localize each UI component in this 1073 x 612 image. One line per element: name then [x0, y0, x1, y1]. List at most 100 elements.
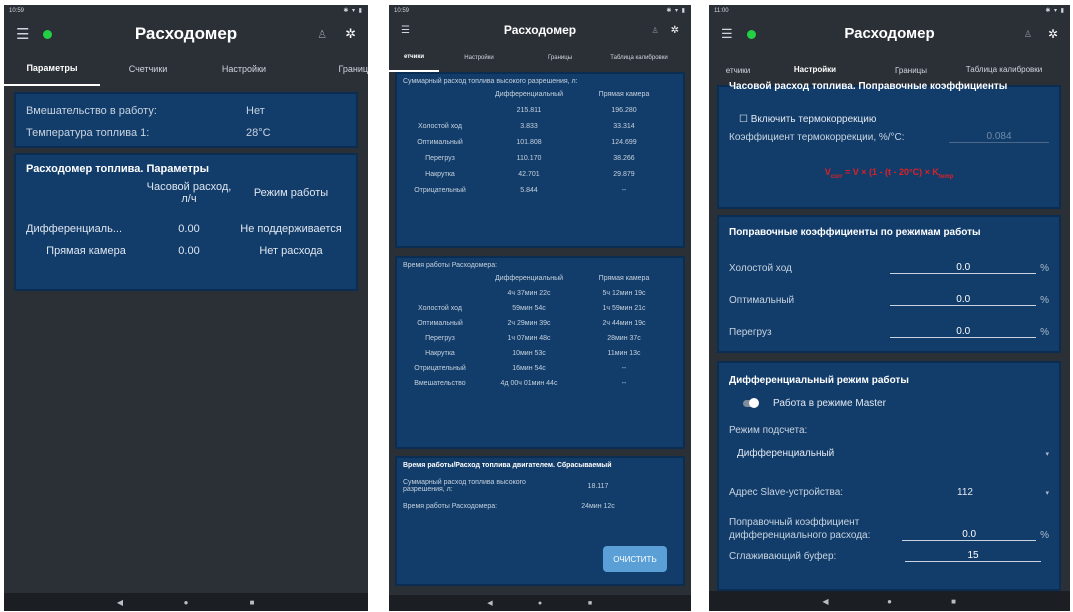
info-panel: Вмешательство в работу: Нет Температура …: [14, 92, 358, 148]
row-name: Перегруз: [425, 155, 455, 162]
tab-limits[interactable]: Границы: [519, 44, 601, 72]
panel-title: Время работы/Расход топлива двигателем. …: [403, 462, 612, 469]
panel-title: Поправочные коэффициенты по режимам рабо…: [729, 227, 981, 238]
screen-settings: 11:00 ✱ ▾ ▮ ☰ Расходомер ♙ ✲ етчики Наст…: [709, 5, 1070, 611]
thermo-correction-panel: Часовой расход топлива. Поправочные коэф…: [717, 81, 1061, 209]
app-title: Расходомер: [503, 23, 577, 37]
connection-status-dot: [746, 29, 756, 39]
row-mode: Нет расхода: [259, 245, 323, 257]
tab-bar: етчики Настройки Границы Таблица калибро…: [389, 44, 691, 72]
person-icon[interactable]: ♙: [651, 26, 658, 35]
screen-counters: 10:59 ✱ ▾ ▮ ☰ Расходомер ♙ ✲ етчики Наст…: [389, 5, 691, 611]
app-bar: ☰ Расходомер ♙ ✲: [709, 16, 1070, 52]
buffer-input[interactable]: 15: [905, 550, 1041, 562]
count-mode-value: Дифференциальный: [737, 448, 835, 459]
gear-icon[interactable]: ✲: [1048, 27, 1058, 41]
row-name: Вмешательство: [414, 380, 466, 387]
home-icon[interactable]: ●: [858, 597, 922, 606]
buffer-label: Сглаживающий буфер:: [729, 550, 837, 562]
mode-coef-input[interactable]: 0.0: [890, 326, 1037, 338]
row-name: Оптимальный: [417, 139, 463, 146]
resettable-panel: Время работы/Расход топлива двигателем. …: [395, 456, 685, 586]
connection-status-dot: [43, 29, 53, 39]
count-mode-label: Режим подсчета:: [729, 425, 808, 436]
dropdown-caret-icon: ▾: [1045, 489, 1049, 497]
row-name: Холостой ход: [417, 123, 462, 130]
formula-temp: temp: [938, 173, 954, 180]
mode-coef-input[interactable]: 0.0: [890, 262, 1037, 274]
back-icon[interactable]: ◀: [87, 598, 153, 607]
tab-settings[interactable]: Настройки: [439, 44, 519, 72]
row-name: Холостой ход: [417, 305, 462, 312]
mode-coef-row: Холостой ход 0.0 %: [729, 252, 1049, 284]
count-mode-select[interactable]: Дифференциальный ▾: [729, 448, 1049, 459]
tab-parameters[interactable]: Параметры: [4, 52, 100, 86]
interference-row: Вмешательство в работу: Нет: [26, 100, 346, 122]
column-header-hourly: Часовой расход, л/ч: [146, 181, 232, 205]
status-time: 10:59: [9, 7, 25, 14]
menu-icon[interactable]: ☰: [16, 25, 29, 43]
row-name: Дифференциаль...: [26, 223, 123, 235]
status-icons: ✱ ▾ ▮: [666, 8, 686, 14]
thermo-checkbox-row[interactable]: ☐ Включить термокоррекцию: [729, 114, 1049, 125]
master-toggle-row[interactable]: Работа в режиме Master: [729, 398, 1049, 409]
gear-icon[interactable]: ✲: [671, 25, 679, 36]
home-icon[interactable]: ●: [515, 600, 565, 607]
tab-limits[interactable]: Границ: [292, 52, 368, 86]
back-icon[interactable]: ◀: [794, 597, 858, 606]
row-direct-value: 1ч 59мин 21с: [602, 305, 646, 312]
master-toggle[interactable]: [743, 398, 759, 408]
clear-button[interactable]: ОЧИСТИТЬ: [603, 546, 667, 572]
panel-title: Время работы Расходомера:: [403, 262, 498, 269]
mode-coef-unit: %: [1040, 326, 1049, 338]
row-diff-value: 215.811: [516, 107, 542, 114]
slave-address-row[interactable]: Адрес Slave-устройства: 112 ▾: [729, 487, 1049, 498]
row-name: Перегруз: [425, 335, 455, 342]
interference-label: Вмешательство в работу:: [26, 105, 157, 117]
recents-icon[interactable]: ■: [922, 597, 986, 606]
mode-coef-input[interactable]: 0.0: [890, 294, 1037, 306]
resettable-fuel-label: Суммарный расход топлива высокого разреш…: [403, 479, 526, 493]
tab-counters[interactable]: Счетчики: [100, 52, 196, 86]
mode-coef-row: Перегруз 0.0 %: [729, 316, 1049, 348]
column-header-direct: Прямая камера: [598, 91, 650, 98]
row-diff-value: 10мин 53с: [512, 350, 546, 357]
recents-icon[interactable]: ■: [219, 598, 285, 607]
status-icons: ✱ ▾ ▮: [1045, 8, 1065, 14]
row-diff-value: 3.833: [520, 123, 538, 130]
home-icon[interactable]: ●: [153, 598, 219, 607]
gear-icon[interactable]: ✲: [345, 26, 356, 42]
screen-parameters: 10:59 ✱ ▾ ▮ ☰ Расходомер ♙ ✲ Параметры С…: [4, 5, 368, 611]
menu-icon[interactable]: ☰: [721, 26, 733, 42]
person-icon[interactable]: ♙: [317, 28, 327, 41]
mode-coef-label: Холостой ход: [729, 262, 792, 274]
row-diff-value: 1ч 07мин 48с: [507, 335, 551, 342]
recents-icon[interactable]: ■: [565, 600, 615, 607]
row-diff-value: 59мин 54с: [512, 305, 546, 312]
row-name: Накрутка: [425, 171, 455, 178]
row-direct-value: 5ч 12мин 19с: [602, 290, 646, 297]
resettable-fuel-row: Суммарный расход топлива высокого разреш…: [403, 479, 677, 493]
thermo-checkbox[interactable]: ☐ Включить термокоррекцию: [739, 114, 876, 125]
nav-bar: ◀ ● ■: [709, 591, 1070, 611]
diff-coef-label: Поправочный коэффициент дифференциальног…: [729, 517, 871, 541]
row-direct-value: 38.266: [613, 155, 635, 162]
back-icon[interactable]: ◀: [465, 599, 515, 607]
tab-settings[interactable]: Настройки: [196, 52, 292, 86]
diff-coef-input[interactable]: 0.0: [902, 529, 1037, 541]
row-diff-value: 5.844: [520, 187, 538, 194]
person-icon[interactable]: ♙: [1024, 29, 1032, 40]
tab-counters[interactable]: етчики: [389, 44, 439, 72]
row-name: Отрицательный: [414, 365, 466, 372]
panel-title: Суммарный расход топлива высокого разреш…: [403, 78, 578, 85]
menu-icon[interactable]: ☰: [401, 25, 410, 36]
thermo-coef-input[interactable]: 0.084: [949, 131, 1049, 143]
diff-coef-row: Поправочный коэффициент дифференциальног…: [729, 516, 1049, 542]
tab-calibration[interactable]: Таблица калибровки: [601, 44, 677, 72]
status-icons: ✱ ▾ ▮: [343, 8, 363, 14]
column-header-mode: Режим работы: [253, 187, 329, 199]
row-diff-value: 4ч 37мин 22с: [507, 290, 551, 297]
total-fuel-table: Дифференциальный Прямая камера 215.811 1…: [403, 91, 677, 194]
status-bar: 11:00 ✱ ▾ ▮: [709, 5, 1070, 16]
app-bar: ☰ Расходомер ♙ ✲: [389, 16, 691, 44]
